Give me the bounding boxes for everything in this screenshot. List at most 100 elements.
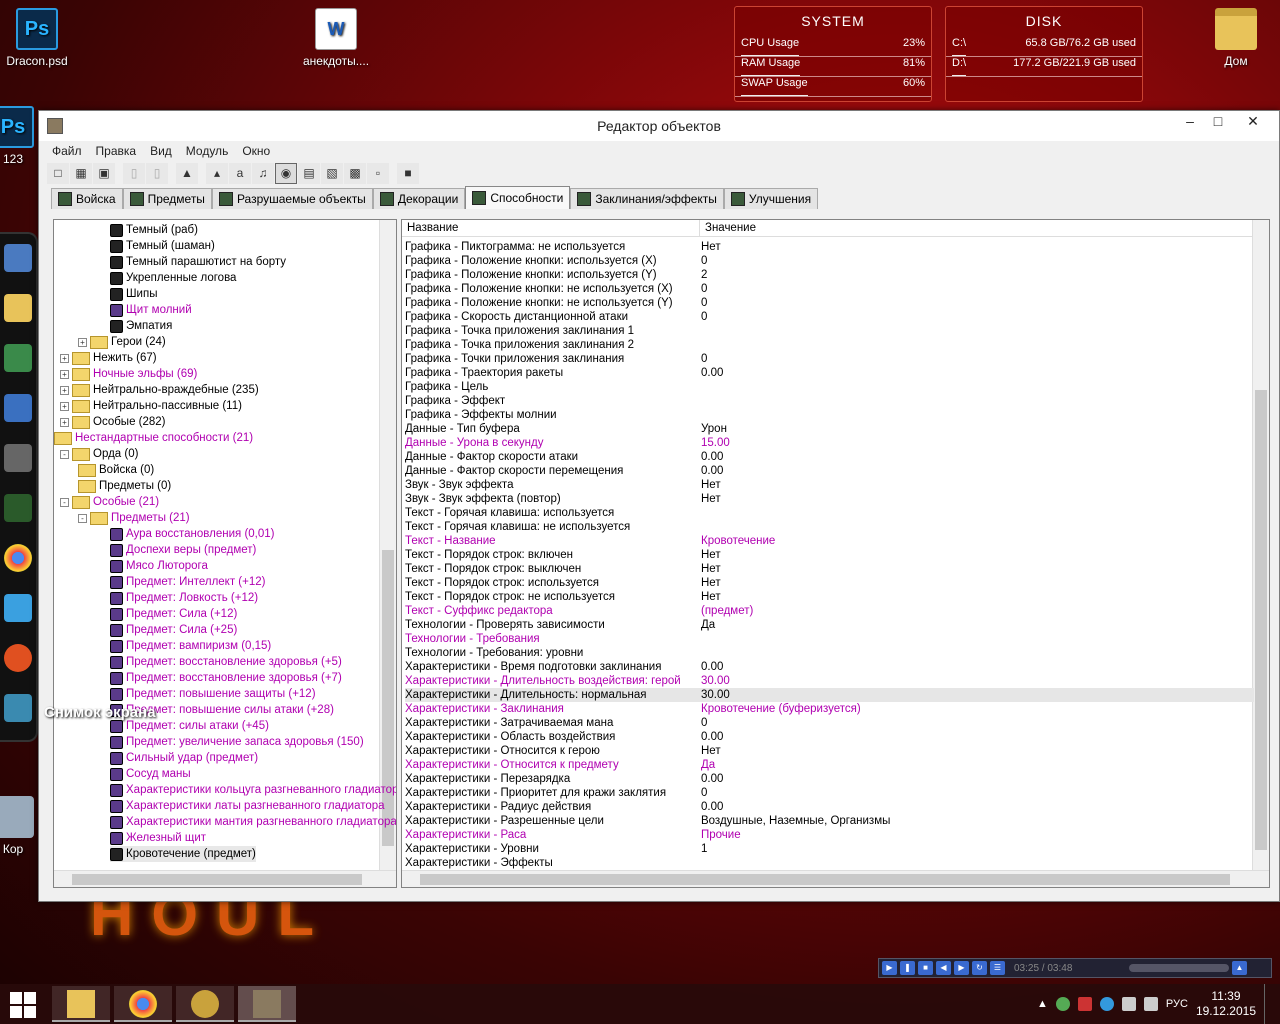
tree-node[interactable]: Предмет: повышение защиты (+12) <box>110 686 316 702</box>
new-icon[interactable]: □ <box>47 163 69 184</box>
property-row[interactable]: Графика - Скорость дистанционной атаки 0 <box>405 310 1254 324</box>
copy-icon[interactable]: ▯ <box>123 163 145 184</box>
property-row[interactable]: Графика - Точка приложения заклинания 1 <box>405 324 1254 338</box>
v-app-icon[interactable] <box>4 494 32 522</box>
property-row[interactable]: Данные - Урона в секунду 15.00 <box>405 436 1254 450</box>
next-icon[interactable]: ▶ <box>954 961 969 975</box>
tree-node[interactable]: Эмпатия <box>110 318 172 334</box>
clock[interactable]: 11:39 19.12.2015 <box>1196 989 1256 1019</box>
object-tree[interactable]: Темный (раб) Темный (шаман) Темный парашют… <box>53 219 397 888</box>
save-icon[interactable]: ▣ <box>93 163 115 184</box>
tree-node[interactable]: Предмет: восстановление здоровья (+7) <box>110 670 342 686</box>
tab-items[interactable]: Предметы <box>122 188 212 209</box>
property-row[interactable]: Текст - Порядок строк: используется Нет <box>405 576 1254 590</box>
tree-node[interactable]: Щит молний <box>110 302 192 318</box>
property-row[interactable]: Текст - Порядок строк: выключен Нет <box>405 562 1254 576</box>
property-row[interactable]: Графика - Положение кнопки: используется… <box>405 254 1254 268</box>
tree-node[interactable]: Сосуд маны <box>110 766 191 782</box>
tree-node[interactable]: + Нейтрально-пассивные (11) <box>60 398 242 414</box>
show-desktop-button[interactable] <box>1264 984 1270 1024</box>
property-row[interactable]: Технологии - Требования: уровни <box>405 646 1254 660</box>
tree-node[interactable]: Темный (раб) <box>110 222 198 238</box>
menu-edit[interactable]: Правка <box>89 141 144 161</box>
property-row[interactable]: Характеристики - Эффекты <box>405 856 1254 870</box>
grid-hscroll-thumb[interactable] <box>420 874 1230 885</box>
property-row[interactable]: Текст - Горячая клавиша: используется <box>405 506 1254 520</box>
menu-window[interactable]: Окно <box>235 141 277 161</box>
ai-editor-icon[interactable]: a <box>229 163 251 184</box>
paste-icon[interactable]: ▯ <box>146 163 168 184</box>
tree-node[interactable]: + Особые (282) <box>60 414 166 430</box>
camera-icon[interactable] <box>4 694 32 722</box>
property-row[interactable]: Звук - Звук эффекта (повтор) Нет <box>405 492 1254 506</box>
tree-vertical-scrollbar[interactable] <box>379 220 396 872</box>
tree-node[interactable]: Предмет: вампиризм (0,15) <box>110 638 271 654</box>
tree-node[interactable]: Характеристики кольцуга разгневанного гл… <box>110 782 396 798</box>
tree-node[interactable]: - Особые (21) <box>60 494 159 510</box>
column-header-name[interactable]: Название <box>402 220 700 236</box>
tree-node[interactable]: - Орда (0) <box>60 446 138 462</box>
tree-node[interactable]: - Предметы (21) <box>78 510 190 526</box>
property-row[interactable]: Текст - Порядок строк: не используется Не… <box>405 590 1254 604</box>
tree-node[interactable]: Характеристики латы разгневанного гладиа… <box>110 798 385 814</box>
property-row[interactable]: Графика - Положение кнопки: не используе… <box>405 296 1254 310</box>
tool-icon[interactable] <box>4 344 32 372</box>
tree-node[interactable]: Железный щит <box>110 830 206 846</box>
menu-file[interactable]: Файл <box>45 141 89 161</box>
collapse-icon[interactable]: - <box>78 513 87 523</box>
property-row[interactable]: Характеристики - Время подготовки заклин… <box>405 660 1254 674</box>
test-map-icon[interactable]: ■ <box>397 163 419 184</box>
collapse-icon[interactable]: - <box>60 449 69 459</box>
dollar-icon[interactable] <box>4 444 32 472</box>
desktop-icon-anekdoty[interactable]: W анекдоты.... <box>296 8 376 68</box>
property-row[interactable]: Характеристики - Заклинания Кровотечение … <box>405 702 1254 716</box>
tree-node[interactable]: Укрепленные логова <box>110 270 236 286</box>
property-row[interactable]: Характеристики - Длительность воздействи… <box>405 674 1254 688</box>
property-row[interactable]: Графика - Точки приложения заклинания 0 <box>405 352 1254 366</box>
tree-node[interactable]: + Нейтрально-враждебные (235) <box>60 382 259 398</box>
tree-node[interactable]: Предмет: Интеллект (+12) <box>110 574 265 590</box>
tree-node[interactable]: Мясо Люторога <box>110 558 208 574</box>
menu-module[interactable]: Модуль <box>179 141 236 161</box>
property-row[interactable]: Графика - Пиктограмма: не используется Не… <box>405 240 1254 254</box>
folder-icon[interactable] <box>4 294 32 322</box>
trigger-editor-icon[interactable]: ▴ <box>206 163 228 184</box>
property-row[interactable]: Графика - Точка приложения заклинания 2 <box>405 338 1254 352</box>
lightning-icon[interactable] <box>4 644 32 672</box>
taskbar-explorer[interactable] <box>52 986 110 1022</box>
chrome-icon[interactable] <box>4 544 32 572</box>
desktop-icon-dom[interactable]: Дом <box>1196 8 1276 68</box>
start-button[interactable] <box>10 992 38 1018</box>
expand-icon[interactable]: + <box>60 401 69 411</box>
property-row[interactable]: Характеристики - Приоритет для кражи зак… <box>405 786 1254 800</box>
tree-node[interactable]: Предмет: восстановление здоровья (+5) <box>110 654 342 670</box>
tree-node[interactable]: + Герои (24) <box>78 334 166 350</box>
computer-icon[interactable] <box>4 244 32 272</box>
expand-icon[interactable]: + <box>60 385 69 395</box>
terrain-editor-icon[interactable]: ▲ <box>176 163 198 184</box>
playlist-icon[interactable]: ☰ <box>990 961 1005 975</box>
tree-node[interactable]: Предметы (0) <box>78 478 171 494</box>
tab-units[interactable]: Войска <box>51 188 123 209</box>
property-row[interactable]: Текст - Порядок строк: включен Нет <box>405 548 1254 562</box>
sound-editor-icon[interactable]: ♫ <box>252 163 274 184</box>
taskbar-chrome[interactable] <box>114 986 172 1022</box>
property-row[interactable]: Характеристики - Затрачиваемая мана 0 <box>405 716 1254 730</box>
volume-icon[interactable] <box>1143 997 1158 1011</box>
expand-icon[interactable]: + <box>78 337 87 347</box>
script-icon[interactable]: ▫ <box>367 163 389 184</box>
taskbar-world-editor[interactable] <box>238 986 296 1022</box>
object-editor-icon[interactable]: ◉ <box>275 163 297 184</box>
play-icon[interactable]: ▶ <box>882 961 897 975</box>
property-row[interactable]: Графика - Траектория ракеты 0.00 <box>405 366 1254 380</box>
app-tray-icon[interactable] <box>1077 997 1092 1011</box>
property-row[interactable]: Технологии - Требования <box>405 632 1254 646</box>
music-icon[interactable] <box>4 594 32 622</box>
property-row[interactable]: Характеристики - Область воздействия 0.00 <box>405 730 1254 744</box>
property-row[interactable]: Текст - Название Кровотечение <box>405 534 1254 548</box>
tree-hscroll-thumb[interactable] <box>72 874 362 885</box>
grid-vertical-scrollbar[interactable] <box>1252 220 1269 872</box>
maximize-button[interactable]: □ <box>1201 111 1235 133</box>
previous-icon[interactable]: ◀ <box>936 961 951 975</box>
property-grid[interactable]: Название Значение Графика - Пиктограмма:… <box>401 219 1270 888</box>
